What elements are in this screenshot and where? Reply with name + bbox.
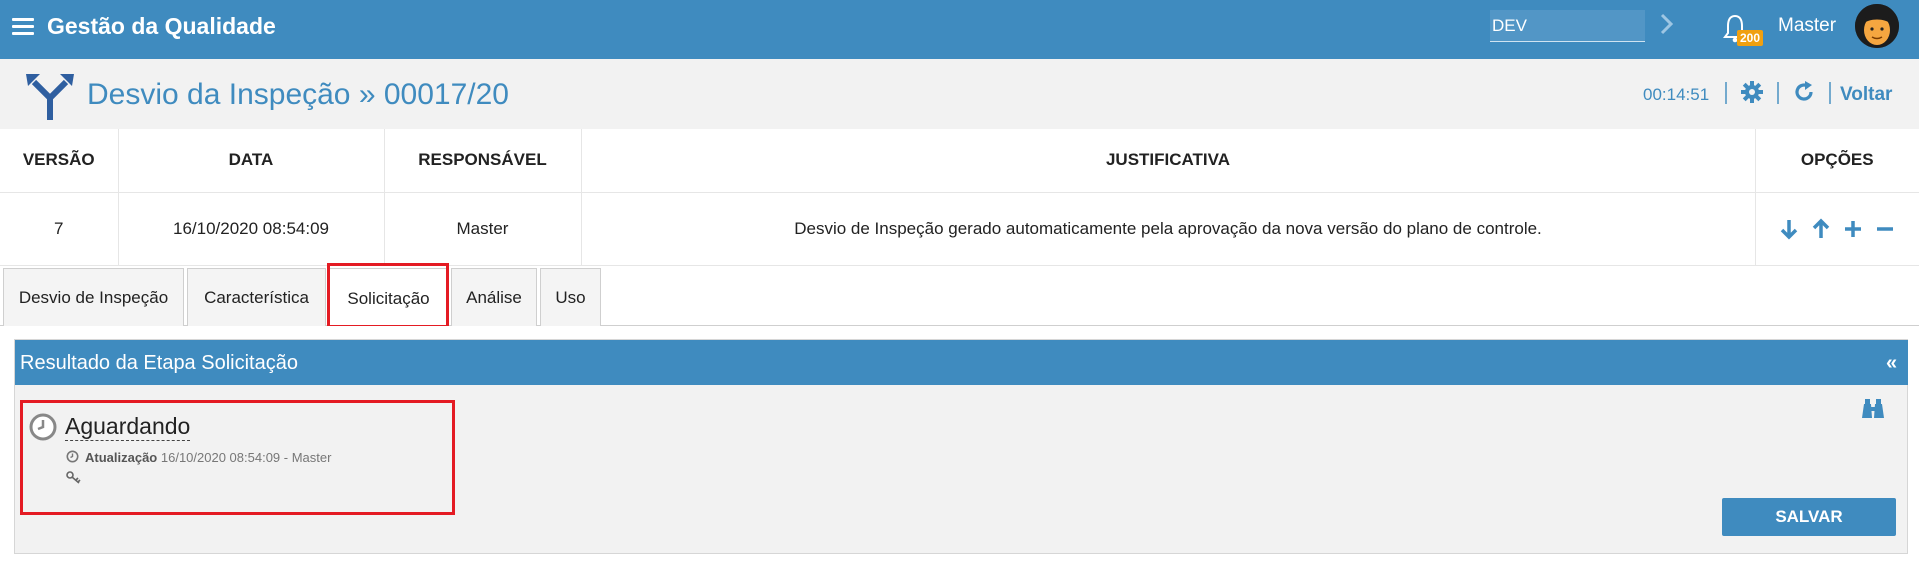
avatar[interactable] xyxy=(1855,4,1899,48)
back-link[interactable]: Voltar xyxy=(1840,84,1892,106)
user-name[interactable]: Master xyxy=(1778,15,1836,37)
tab-uso[interactable]: Uso xyxy=(540,268,601,326)
panel-title: Resultado da Etapa Solicitação xyxy=(20,352,298,374)
column-header: OPÇÕES xyxy=(1755,129,1919,193)
split-arrows-icon xyxy=(24,68,76,122)
minus-icon[interactable] xyxy=(1874,218,1896,240)
table-header-row: VERSÃO DATA RESPONSÁVEL JUSTIFICATIVA OP… xyxy=(0,129,1919,193)
cell-responsible: Master xyxy=(384,192,582,266)
menu-icon[interactable] xyxy=(12,18,34,36)
gear-icon[interactable] xyxy=(1740,80,1764,104)
tab-solicitacao[interactable]: Solicitação xyxy=(329,268,448,328)
update-info: Atualização 16/10/2020 08:54:09 - Master xyxy=(85,450,331,465)
cell-justification: Desvio de Inspeção gerado automaticament… xyxy=(581,192,1756,266)
save-button[interactable]: SALVAR xyxy=(1722,498,1896,536)
separator xyxy=(1777,82,1779,104)
key-icon xyxy=(66,471,82,485)
separator xyxy=(1829,82,1831,104)
cell-date: 16/10/2020 08:54:09 xyxy=(118,192,385,266)
column-header: RESPONSÁVEL xyxy=(384,129,582,193)
environment-input[interactable] xyxy=(1490,10,1645,42)
table-row[interactable]: 7 16/10/2020 08:54:09 Master Desvio de I… xyxy=(0,192,1919,266)
cell-version: 7 xyxy=(0,192,119,266)
session-timer: 00:14:51 xyxy=(1643,85,1710,104)
update-label: Atualização xyxy=(85,450,158,465)
refresh-icon[interactable] xyxy=(1792,80,1816,104)
binoculars-icon[interactable] xyxy=(1861,398,1885,420)
column-header: JUSTIFICATIVA xyxy=(581,129,1756,193)
separator xyxy=(1725,82,1727,104)
collapse-icon[interactable]: « xyxy=(1886,352,1897,375)
arrow-down-icon[interactable] xyxy=(1778,218,1800,240)
panel-header xyxy=(15,340,1908,385)
app-title: Gestão da Qualidade xyxy=(47,13,276,39)
cell-options xyxy=(1755,192,1919,266)
column-header: VERSÃO xyxy=(0,129,119,193)
page-title: Desvio da Inspeção » 00017/20 xyxy=(87,78,509,111)
plus-icon[interactable] xyxy=(1842,218,1864,240)
tab-desvio-inspecao[interactable]: Desvio de Inspeção xyxy=(3,268,184,326)
column-header: DATA xyxy=(118,129,385,193)
tab-analise[interactable]: Análise xyxy=(451,268,537,326)
status-label[interactable]: Aguardando xyxy=(65,413,191,441)
notification-badge: 200 xyxy=(1737,30,1764,46)
clock-small-icon xyxy=(66,450,79,463)
arrow-up-icon[interactable] xyxy=(1810,218,1832,240)
tab-caracteristica[interactable]: Característica xyxy=(187,268,326,326)
chevron-right-icon[interactable] xyxy=(1660,12,1680,36)
update-value: 16/10/2020 08:54:09 - Master xyxy=(160,450,332,465)
versions-table: VERSÃO DATA RESPONSÁVEL JUSTIFICATIVA OP… xyxy=(0,129,1919,266)
clock-icon xyxy=(29,413,57,441)
